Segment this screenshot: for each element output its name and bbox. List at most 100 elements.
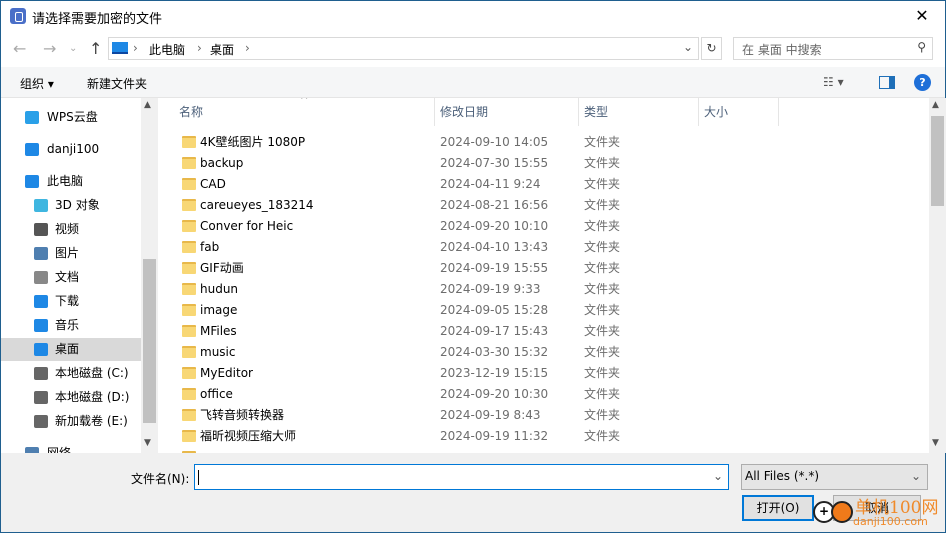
- file-date: 2024-09-20 10:30: [440, 387, 549, 401]
- column-header-size[interactable]: 大小: [699, 98, 779, 126]
- nav-item[interactable]: 下载: [1, 290, 141, 313]
- nav-item[interactable]: 本地磁盘 (D:): [1, 386, 141, 409]
- file-row[interactable]: hudun 2024-09-19 9:33 文件夹: [159, 279, 929, 300]
- address-bar[interactable]: › 此电脑 › 桌面 ›: [108, 37, 699, 60]
- nav-item[interactable]: 视频: [1, 218, 141, 241]
- file-row[interactable]: MyEditor 2023-12-19 15:15 文件夹: [159, 363, 929, 384]
- sort-ascending-icon: ^: [300, 98, 309, 106]
- nav-item-icon: [34, 223, 48, 236]
- search-placeholder: 在 桌面 中搜索: [742, 43, 822, 57]
- file-name: CAD: [200, 177, 226, 191]
- breadcrumb-desktop[interactable]: 桌面: [210, 41, 234, 58]
- nav-item[interactable]: 音乐: [1, 314, 141, 337]
- file-row[interactable]: 飞转音频转换器 2024-09-19 8:43 文件夹: [159, 405, 929, 426]
- chevron-down-icon[interactable]: ⌄: [713, 469, 723, 483]
- nav-item[interactable]: 3D 对象: [1, 194, 141, 217]
- nav-item-label: 音乐: [55, 318, 80, 332]
- organize-button[interactable]: 组织 ▾: [20, 75, 54, 92]
- file-row[interactable]: Conver for Heic 2024-09-20 10:10 文件夹: [159, 216, 929, 237]
- file-row[interactable]: MFiles 2024-09-17 15:43 文件夹: [159, 321, 929, 342]
- folder-icon: [182, 346, 196, 358]
- address-dropdown-icon[interactable]: ⌄: [683, 40, 693, 54]
- nav-item[interactable]: 新加载卷 (E:): [1, 410, 141, 433]
- nav-item-icon: [34, 319, 48, 332]
- navigation-pane: WPS云盘 danji100 此电脑 3D 对象 视频 图片文档下载音乐桌面 本地磁盘 (C…: [1, 98, 158, 460]
- file-row[interactable]: backup 2024-07-30 15:55 文件夹: [159, 153, 929, 174]
- file-row[interactable]: GIF动画 2024-09-19 15:55 文件夹: [159, 258, 929, 279]
- file-type: 文件夹: [584, 345, 621, 359]
- file-date: 2024-09-19 11:32: [440, 429, 549, 443]
- nav-item-icon: [34, 199, 48, 212]
- nav-item-label: 文档: [55, 270, 80, 284]
- file-row[interactable]: 4K壁纸图片 1080P 2024-09-10 14:05 文件夹: [159, 132, 929, 153]
- file-name: Conver for Heic: [200, 219, 294, 233]
- file-row[interactable]: CAD 2024-04-11 9:24 文件夹: [159, 174, 929, 195]
- nav-item-label: 新加载卷 (E:): [55, 414, 128, 428]
- close-button[interactable]: ✕: [907, 3, 937, 29]
- chevron-right-icon: ›: [133, 41, 138, 55]
- folder-icon: [182, 199, 196, 211]
- column-header-type[interactable]: 类型: [579, 98, 699, 126]
- search-input[interactable]: 在 桌面 中搜索 ⚲: [733, 37, 933, 60]
- file-list-scroll-thumb[interactable]: [931, 116, 944, 206]
- file-name: office: [200, 387, 233, 401]
- file-type: 文件夹: [584, 387, 621, 401]
- nav-scroll-thumb[interactable]: [143, 259, 156, 423]
- scroll-down-icon[interactable]: ▼: [144, 438, 151, 448]
- new-folder-button[interactable]: 新建文件夹: [87, 75, 147, 92]
- chevron-right-icon: ›: [245, 41, 250, 55]
- column-header-name[interactable]: 名称: [159, 98, 435, 126]
- nav-item[interactable]: danji100: [1, 138, 141, 161]
- recent-chevron-icon[interactable]: ⌄: [69, 43, 77, 54]
- file-type: 文件夹: [584, 282, 621, 296]
- folder-icon: [182, 136, 196, 148]
- window-title: 请选择需要加密的文件: [32, 12, 163, 27]
- file-type: 文件夹: [584, 240, 621, 254]
- view-options-icon[interactable]: ☷ ▾: [823, 75, 844, 89]
- file-date: 2024-09-05 15:28: [440, 303, 549, 317]
- column-header-date[interactable]: 修改日期: [435, 98, 579, 126]
- back-arrow-icon[interactable]: ←: [13, 39, 26, 58]
- preview-pane-icon[interactable]: [879, 76, 895, 89]
- file-row[interactable]: image 2024-09-05 15:28 文件夹: [159, 300, 929, 321]
- scroll-down-icon[interactable]: ▼: [932, 438, 939, 448]
- file-row[interactable]: music 2024-03-30 15:32 文件夹: [159, 342, 929, 363]
- nav-item[interactable]: 本地磁盘 (C:): [1, 362, 141, 385]
- folder-icon: [182, 220, 196, 232]
- toolbar: 组织 ▾ 新建文件夹 ☷ ▾ ?: [1, 67, 945, 98]
- file-row[interactable]: careueyes_183214 2024-08-21 16:56 文件夹: [159, 195, 929, 216]
- nav-item[interactable]: 图片: [1, 242, 141, 265]
- folder-icon: [182, 157, 196, 169]
- filename-input[interactable]: ⌄: [194, 464, 729, 490]
- nav-item[interactable]: 文档: [1, 266, 141, 289]
- open-button[interactable]: 打开(O): [742, 495, 814, 521]
- file-row[interactable]: office 2024-09-20 10:30 文件夹: [159, 384, 929, 405]
- nav-item-icon: [34, 367, 48, 380]
- file-row[interactable]: fab 2024-04-10 13:43 文件夹: [159, 237, 929, 258]
- file-name: hudun: [200, 282, 239, 296]
- folder-icon: [182, 241, 196, 253]
- scroll-up-icon[interactable]: ▲: [144, 100, 151, 110]
- file-date: 2024-09-19 8:43: [440, 408, 541, 422]
- file-name: MyEditor: [200, 366, 253, 380]
- title-bar: 请选择需要加密的文件 ✕: [1, 1, 945, 31]
- forward-arrow-icon[interactable]: →: [43, 39, 56, 58]
- breadcrumb-this-pc[interactable]: 此电脑: [149, 41, 185, 58]
- computer-icon: [112, 42, 128, 54]
- nav-item[interactable]: WPS云盘: [1, 106, 141, 129]
- file-date: 2024-09-19 9:33: [440, 282, 541, 296]
- file-type-select[interactable]: All Files (*.*) ⌄: [741, 464, 928, 490]
- file-date: 2024-09-10 14:05: [440, 135, 549, 149]
- nav-item[interactable]: 桌面: [1, 338, 141, 361]
- scroll-up-icon[interactable]: ▲: [932, 100, 939, 110]
- nav-item-label: 此电脑: [47, 174, 84, 188]
- nav-item[interactable]: 此电脑: [1, 170, 141, 193]
- refresh-button[interactable]: ↻: [701, 37, 722, 60]
- file-type: 文件夹: [584, 408, 621, 422]
- folder-icon: [182, 367, 196, 379]
- file-type: 文件夹: [584, 429, 621, 443]
- up-arrow-icon[interactable]: ↑: [89, 39, 102, 58]
- folder-icon: [182, 430, 196, 442]
- file-row[interactable]: 福昕视频压缩大师 2024-09-19 11:32 文件夹: [159, 426, 929, 447]
- help-icon[interactable]: ?: [914, 74, 931, 91]
